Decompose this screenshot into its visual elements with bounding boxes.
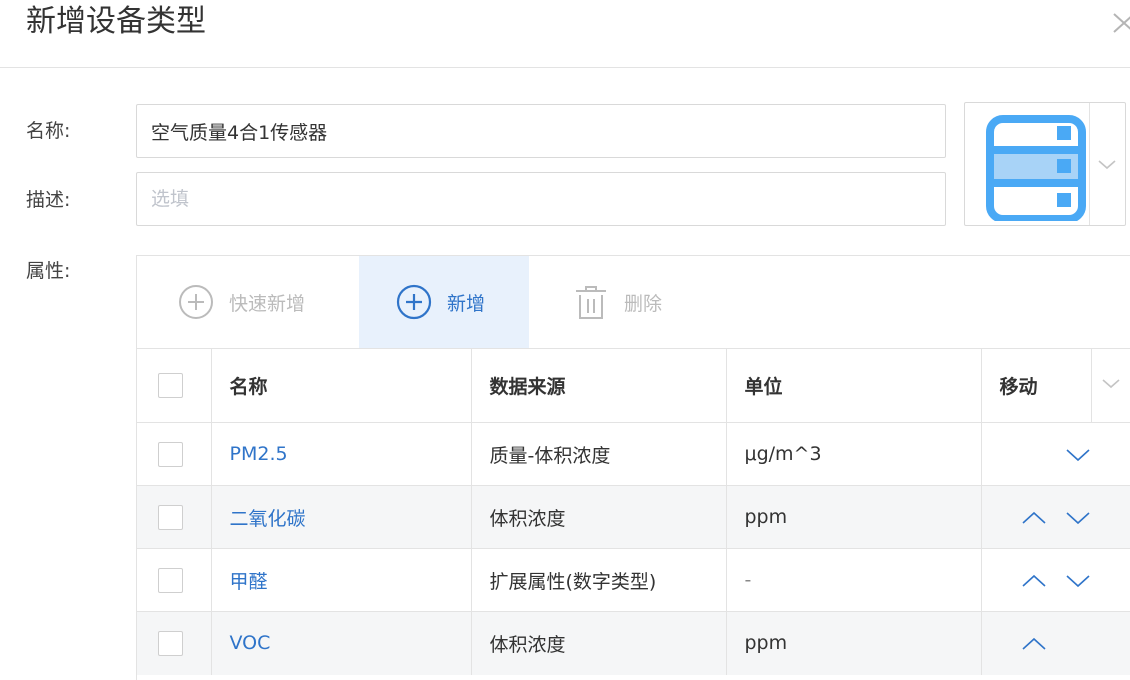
attribute-source-cell: 扩展属性(数字类型): [471, 548, 727, 612]
column-header-move: 移动: [981, 348, 1092, 423]
attribute-source-cell: 质量-体积浓度: [471, 422, 727, 486]
plus-circle-icon: [177, 283, 215, 321]
move-down-icon[interactable]: [1064, 445, 1092, 465]
column-chooser[interactable]: [1091, 348, 1130, 423]
attribute-name-cell: PM2.5: [211, 422, 472, 486]
move-controls: [981, 611, 1130, 675]
table-row: PM2.5 质量-体积浓度 μg/m^3: [137, 422, 1130, 486]
row-checkbox[interactable]: [158, 441, 183, 467]
table-row: 甲醛 扩展属性(数字类型) -: [137, 548, 1130, 612]
name-input[interactable]: [136, 104, 946, 158]
attributes-label: 属性:: [26, 260, 71, 282]
device-icon-select[interactable]: [964, 102, 1126, 226]
table-header-row: 名称 数据来源 单位 移动: [137, 348, 1130, 423]
name-label: 名称:: [26, 120, 71, 142]
select-all-checkbox[interactable]: [158, 373, 183, 398]
description-input[interactable]: [136, 172, 946, 226]
move-down-icon[interactable]: [1064, 571, 1092, 591]
row-checkbox[interactable]: [158, 504, 183, 530]
row-select-cell: [137, 611, 212, 675]
move-up-icon[interactable]: [1020, 571, 1048, 591]
attribute-name-cell: VOC: [211, 611, 472, 675]
attributes-table: 名称 数据来源 单位 移动 PM2.5 质量-体积浓度 μg/m^3 二氧化碳 体积浓度…: [137, 348, 1130, 675]
add-button[interactable]: 新增: [359, 256, 529, 348]
row-select-cell: [137, 422, 212, 486]
move-down-icon[interactable]: [1064, 508, 1092, 528]
quick-add-button[interactable]: 快速新增: [177, 256, 305, 348]
trash-icon: [572, 283, 610, 321]
row-select-cell: [137, 548, 212, 612]
row-select-cell: [137, 485, 212, 549]
table-row: VOC 体积浓度 ppm: [137, 611, 1130, 675]
attribute-source-cell: 体积浓度: [471, 485, 727, 549]
table-row: 二氧化碳 体积浓度 ppm: [137, 485, 1130, 549]
attribute-name-link[interactable]: 二氧化碳: [230, 508, 306, 530]
delete-label: 删除: [624, 292, 663, 315]
attributes-panel: 快速新增 新增 删除 名称 数据来源 单位 移动 PM2.5 质量-体积浓度 μ…: [136, 255, 1130, 680]
chevron-down-icon: [1102, 379, 1120, 389]
move-controls: [981, 485, 1130, 549]
add-label: 新增: [447, 292, 486, 315]
attribute-name-cell: 二氧化碳: [211, 485, 472, 549]
move-down-placeholder: [1064, 634, 1092, 654]
server-rack-icon: [975, 109, 1089, 223]
attribute-name-link[interactable]: 甲醛: [230, 571, 268, 593]
attribute-unit-cell: -: [726, 548, 982, 612]
column-header-source: 数据来源: [471, 348, 727, 423]
select-all-cell: [137, 348, 212, 423]
plus-circle-icon: [395, 283, 433, 321]
move-up-icon[interactable]: [1020, 508, 1048, 528]
attribute-unit-cell: ppm: [726, 485, 982, 549]
attribute-source-cell: 体积浓度: [471, 611, 727, 675]
move-controls: [981, 422, 1130, 486]
close-icon[interactable]: [1112, 8, 1130, 36]
column-header-unit: 单位: [726, 348, 982, 423]
description-label: 描述:: [26, 189, 71, 211]
attribute-unit-cell: ppm: [726, 611, 982, 675]
row-checkbox[interactable]: [158, 567, 183, 593]
attribute-unit-cell: μg/m^3: [726, 422, 982, 486]
icon-select-divider: [1089, 103, 1090, 225]
move-up-placeholder: [1020, 445, 1048, 465]
move-up-icon[interactable]: [1020, 634, 1048, 654]
attribute-name-cell: 甲醛: [211, 548, 472, 612]
delete-button[interactable]: 删除: [572, 256, 662, 348]
attribute-name-link[interactable]: VOC: [230, 632, 271, 654]
quick-add-label: 快速新增: [229, 292, 306, 315]
chevron-down-icon[interactable]: [1096, 153, 1118, 175]
dialog-title: 新增设备类型: [26, 4, 206, 39]
dialog-header: 新增设备类型: [0, 0, 1130, 68]
row-checkbox[interactable]: [158, 630, 183, 656]
column-header-name: 名称: [211, 348, 472, 423]
attribute-name-link[interactable]: PM2.5: [230, 443, 288, 465]
move-controls: [981, 548, 1130, 612]
